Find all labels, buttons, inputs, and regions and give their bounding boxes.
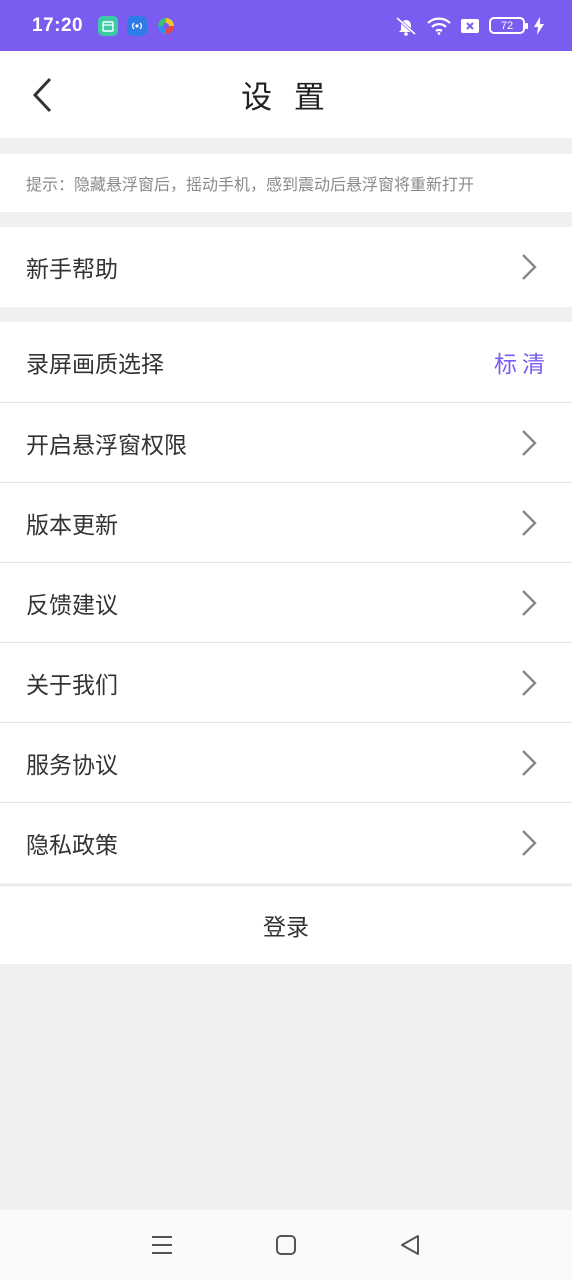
status-system-icons: 72 xyxy=(394,16,544,36)
calendar-app-icon xyxy=(98,15,119,36)
settings-row-label: 录屏画质选择 xyxy=(26,352,164,378)
settings-row-label: 服务协议 xyxy=(26,752,118,779)
chevron-left-icon xyxy=(32,77,52,113)
login-label: 登录 xyxy=(263,915,309,941)
status-app-icons xyxy=(98,15,176,36)
menu-icon[interactable] xyxy=(142,1225,182,1265)
settings-row-service-agreement[interactable]: 服务协议 xyxy=(0,723,572,803)
wifi-icon xyxy=(427,17,451,35)
settings-row-feedback[interactable]: 反馈建议 xyxy=(0,563,572,643)
settings-group-main: 录屏画质选择 标清 开启悬浮窗权限 版本更新 反馈建议 关于我们 服务协议 隐私… xyxy=(0,322,572,883)
chevron-right-icon xyxy=(518,252,540,282)
system-nav-bar xyxy=(0,1210,572,1280)
tip-banner: 提示：隐藏悬浮窗后，摇动手机，感到震动后悬浮窗将重新打开 xyxy=(0,154,572,212)
header-bar: 设 置 xyxy=(0,51,572,138)
page-title: 设 置 xyxy=(241,80,331,116)
battery-icon: 72 xyxy=(489,17,528,34)
chevron-right-icon xyxy=(518,748,540,778)
sim-blocked-icon xyxy=(460,18,480,34)
chevron-right-icon xyxy=(518,508,540,538)
charging-icon xyxy=(534,16,544,35)
settings-row-version-update[interactable]: 版本更新 xyxy=(0,483,572,563)
status-bar: 17:20 72 xyxy=(0,0,572,51)
back-button[interactable] xyxy=(20,71,64,119)
mute-icon xyxy=(394,16,418,36)
settings-row-help[interactable]: 新手帮助 xyxy=(0,227,572,307)
settings-row-label: 新手帮助 xyxy=(26,257,118,283)
settings-row-privacy-policy[interactable]: 隐私政策 xyxy=(0,803,572,883)
settings-row-label: 开启悬浮窗权限 xyxy=(26,432,187,459)
settings-group-help: 新手帮助 xyxy=(0,227,572,307)
settings-row-float-permission[interactable]: 开启悬浮窗权限 xyxy=(0,403,572,483)
settings-row-label: 关于我们 xyxy=(26,672,118,699)
chevron-right-icon xyxy=(518,828,540,858)
settings-row-label: 隐私政策 xyxy=(26,833,118,859)
settings-row-label: 反馈建议 xyxy=(26,592,118,619)
status-time: 17:20 xyxy=(32,14,84,36)
chevron-right-icon xyxy=(518,428,540,458)
tip-text: 提示：隐藏悬浮窗后，摇动手机，感到震动后悬浮窗将重新打开 xyxy=(26,175,475,194)
chevron-right-icon xyxy=(518,668,540,698)
chevron-right-icon xyxy=(518,588,540,618)
broadcast-app-icon xyxy=(127,15,148,36)
settings-row-about[interactable]: 关于我们 xyxy=(0,643,572,723)
colorful-app-icon xyxy=(156,16,176,36)
home-icon[interactable] xyxy=(266,1225,306,1265)
back-triangle-icon[interactable] xyxy=(390,1225,430,1265)
record-quality-value: 标清 xyxy=(494,352,550,378)
settings-row-label: 版本更新 xyxy=(26,512,118,539)
login-button[interactable]: 登录 xyxy=(0,885,572,964)
settings-row-record-quality[interactable]: 录屏画质选择 标清 xyxy=(0,322,572,403)
